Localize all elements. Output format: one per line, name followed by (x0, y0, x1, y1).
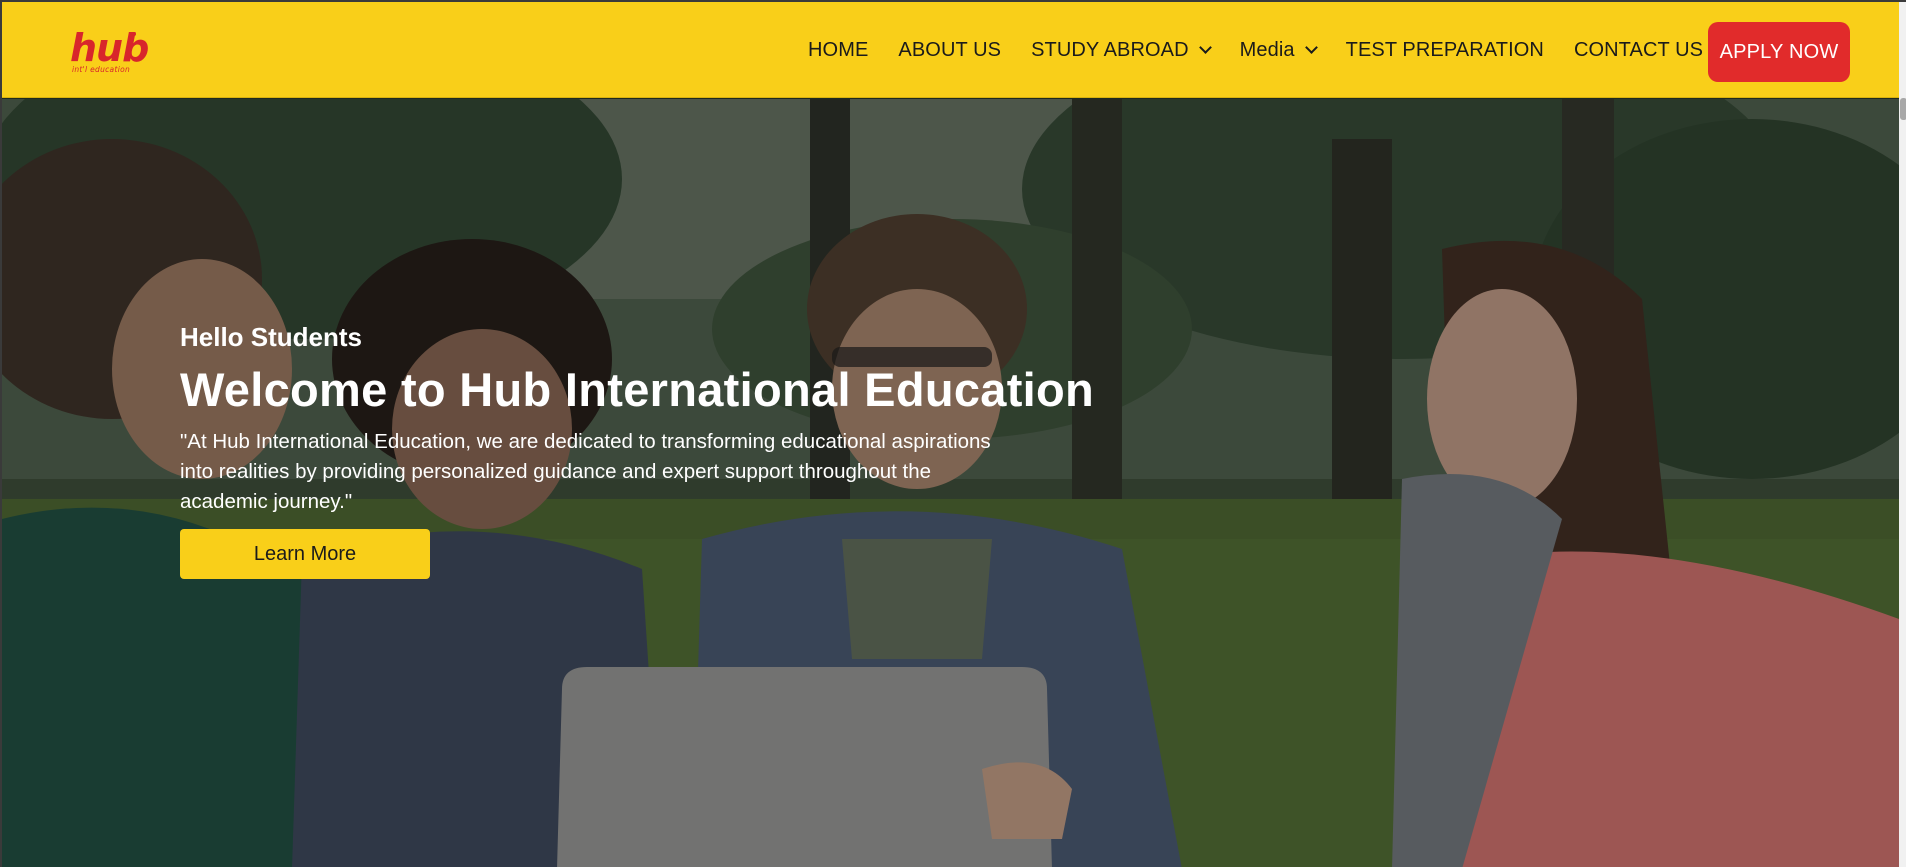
nav-about-us[interactable]: ABOUT US (898, 39, 1001, 62)
nav-home[interactable]: HOME (808, 39, 868, 62)
hero-banner: Hello Students Welcome to Hub Internatio… (2, 99, 1899, 867)
hero-eyebrow: Hello Students (180, 322, 363, 352)
learn-more-button[interactable]: Learn More (180, 529, 430, 579)
hero-title: Welcome to Hub International Education (180, 363, 1095, 416)
hero-content: Hello Students Welcome to Hub Internatio… (180, 321, 1160, 579)
nav-media[interactable]: Media (1239, 38, 1318, 62)
nav-label: Media (1239, 38, 1295, 61)
nav-label: CONTACT US (1573, 38, 1704, 61)
nav-label: ABOUT US (898, 38, 1002, 61)
logo-trademark-dot (132, 32, 136, 36)
logo-wordmark: hub (70, 26, 149, 70)
nav-label: TEST PREPARATION (1345, 38, 1544, 61)
apply-now-button[interactable]: APPLY NOW (1708, 22, 1850, 82)
browser-viewport: hub int'l education HOME ABOUT US STUDY … (0, 0, 1906, 867)
nav-study-abroad[interactable]: STUDY ABROAD (1031, 38, 1212, 62)
chevron-down-icon (1304, 40, 1318, 54)
main-nav: HOME ABOUT US STUDY ABROAD Media TEST PR… (808, 2, 1733, 98)
nav-label: STUDY ABROAD (1031, 38, 1189, 61)
nav-contact-us[interactable]: CONTACT US (1574, 39, 1703, 62)
site-logo[interactable]: hub int'l education (70, 26, 149, 76)
chevron-down-icon (1198, 40, 1212, 54)
hero-description: "At Hub International Education, we are … (180, 430, 991, 513)
page-scrollbar[interactable] (1899, 2, 1906, 867)
nav-test-preparation[interactable]: TEST PREPARATION (1346, 39, 1544, 62)
scrollbar-thumb[interactable] (1900, 98, 1906, 120)
nav-label: HOME (808, 38, 869, 61)
navbar: hub int'l education HOME ABOUT US STUDY … (2, 2, 1899, 98)
